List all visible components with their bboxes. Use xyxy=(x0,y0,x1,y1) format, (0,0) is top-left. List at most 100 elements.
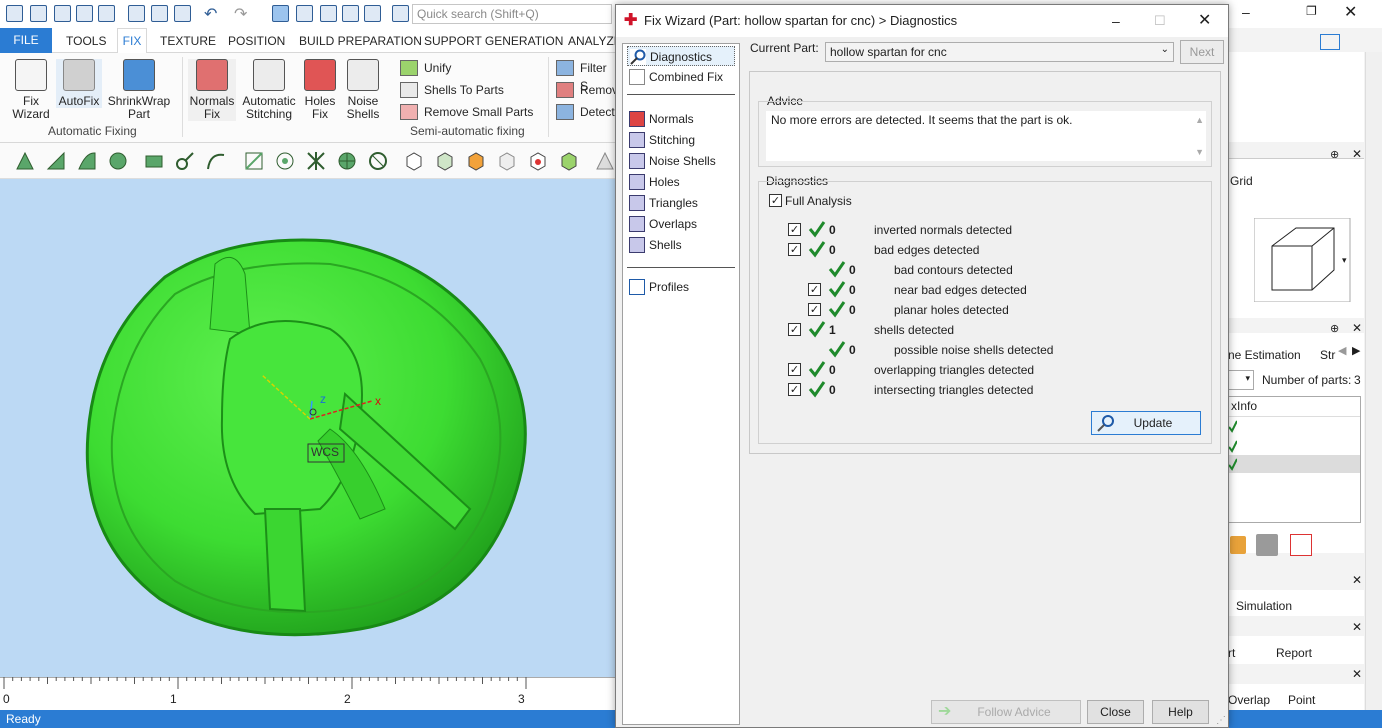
minimize-icon[interactable]: – xyxy=(1112,5,1120,37)
update-button[interactable]: Update xyxy=(1091,411,1201,435)
nav-item-diagnostics[interactable]: Diagnostics xyxy=(627,46,735,66)
overlap-tab[interactable]: Overlap xyxy=(1228,693,1270,707)
tab-tools[interactable]: TOOLS xyxy=(66,34,106,48)
undo-icon[interactable]: ↶ xyxy=(204,4,217,24)
tab-texture[interactable]: TEXTURE xyxy=(160,34,216,48)
tab-left-icon[interactable]: ◀ xyxy=(1338,344,1346,357)
scroll-down-icon[interactable]: ▼ xyxy=(1195,147,1204,157)
select-ring-icon[interactable] xyxy=(367,150,389,172)
rt-tab[interactable]: rt xyxy=(1228,646,1235,660)
shrinkwrap-part-button[interactable]: ShrinkWrap Part xyxy=(104,59,174,121)
nav-item-shells[interactable]: Shells xyxy=(627,235,735,255)
new-file-icon[interactable] xyxy=(30,5,47,22)
select-noise-icon[interactable] xyxy=(274,150,296,172)
select-more-icon[interactable] xyxy=(296,5,313,22)
list-item[interactable] xyxy=(1229,455,1360,473)
view-shaded-icon[interactable] xyxy=(558,150,580,172)
report-tab[interactable]: Report xyxy=(1276,646,1312,660)
diagnostic-checkbox[interactable]: ✓ xyxy=(808,283,821,296)
fix-wizard-button[interactable]: Fix Wizard xyxy=(8,59,54,121)
follow-advice-button[interactable]: ➔ Follow Advice xyxy=(931,700,1081,724)
select-shell-icon[interactable] xyxy=(107,150,129,172)
zoom-icon[interactable] xyxy=(342,5,359,22)
select-triangle-icon[interactable] xyxy=(14,150,36,172)
remove-button[interactable]: Remov xyxy=(556,81,618,99)
open-icon[interactable] xyxy=(54,5,71,22)
remove-small-parts-button[interactable]: Remove Small Parts xyxy=(400,103,533,121)
view-cube-widget[interactable] xyxy=(1254,218,1352,302)
resize-grip-icon[interactable]: ⋰ xyxy=(1216,715,1226,726)
view-front-icon[interactable] xyxy=(434,150,456,172)
zoom-fit-icon[interactable] xyxy=(364,5,381,22)
3d-viewport[interactable]: z x WCS xyxy=(0,179,615,677)
diagnostic-checkbox[interactable]: ✓ xyxy=(788,223,801,236)
tab-position[interactable]: POSITION xyxy=(228,34,285,48)
minimize-app-icon[interactable]: – xyxy=(1242,4,1250,20)
restore-app-icon[interactable]: ❐ xyxy=(1306,4,1317,18)
import-icon[interactable] xyxy=(128,5,145,22)
dialog-title-bar[interactable]: ✚ Fix Wizard (Part: hollow spartan for c… xyxy=(616,5,1228,37)
select-wheel-icon[interactable] xyxy=(336,150,358,172)
diagnostic-checkbox[interactable]: ✓ xyxy=(788,323,801,336)
nav-item-profiles[interactable]: Profiles xyxy=(627,277,735,297)
select-curve-icon[interactable] xyxy=(205,150,227,172)
box-select-icon[interactable] xyxy=(320,5,337,22)
diagnostic-checkbox[interactable]: ✓ xyxy=(788,383,801,396)
unify-button[interactable]: Unify xyxy=(400,59,451,77)
view-wireframe-icon[interactable] xyxy=(496,150,518,172)
select-surface-icon[interactable] xyxy=(45,150,67,172)
select-border-icon[interactable] xyxy=(243,150,265,172)
select-plane-icon[interactable] xyxy=(76,150,98,172)
tab-fix[interactable]: FIX xyxy=(117,28,147,53)
help-button[interactable]: Help xyxy=(1152,700,1209,724)
export-icon[interactable] xyxy=(151,5,168,22)
str-tab[interactable]: Str xyxy=(1320,348,1335,362)
select-brush-icon[interactable] xyxy=(174,150,196,172)
nav-item-stitching[interactable]: Stitching xyxy=(627,130,735,150)
tab-right-icon[interactable]: ▶ xyxy=(1352,344,1360,357)
parts-list[interactable]: xInfo xyxy=(1228,396,1361,523)
full-analysis-checkbox[interactable]: ✓ xyxy=(769,194,782,207)
simulation-tab[interactable]: Simulation xyxy=(1236,599,1292,613)
current-part-select[interactable]: hollow spartan for cnc ⌄ xyxy=(825,42,1174,62)
view-cube-icon[interactable] xyxy=(403,150,425,172)
nav-item-triangles[interactable]: Triangles xyxy=(627,193,735,213)
advice-textbox[interactable]: No more errors are detected. It seems th… xyxy=(766,111,1206,161)
tab-analyze[interactable]: ANALYZE xyxy=(568,34,622,48)
measure-icon[interactable] xyxy=(594,150,616,172)
view-top-icon[interactable] xyxy=(465,150,487,172)
nav-item-holes[interactable]: Holes xyxy=(627,172,735,192)
nav-item-overlaps[interactable]: Overlaps xyxy=(627,214,735,234)
tab-build-preparation[interactable]: BUILD PREPARATION xyxy=(299,34,422,48)
diagnostic-checkbox[interactable]: ✓ xyxy=(808,303,821,316)
quick-search-input[interactable]: Quick search (Shift+Q) xyxy=(412,4,612,24)
normals-fix-button[interactable]: Normals Fix xyxy=(188,59,236,121)
nav-item-normals[interactable]: Normals xyxy=(627,109,735,129)
detect-button[interactable]: Detect xyxy=(556,103,615,121)
diagnostic-checkbox[interactable]: ✓ xyxy=(788,363,801,376)
select-star-icon[interactable] xyxy=(305,150,327,172)
nav-item-noise-shells[interactable]: Noise Shells xyxy=(627,151,735,171)
next-button[interactable]: Next xyxy=(1180,40,1224,64)
holes-fix-button[interactable]: Holes Fix xyxy=(300,59,340,121)
tab-support-generation[interactable]: SUPPORT GENERATION xyxy=(424,34,563,48)
right-panel-scrollbar[interactable] xyxy=(1365,52,1382,710)
maximize-icon[interactable]: ☐ xyxy=(1154,5,1166,37)
automatic-stitching-button[interactable]: Automatic Stitching xyxy=(240,59,298,121)
save-all-icon[interactable] xyxy=(98,5,115,22)
filter-button[interactable]: Filter S xyxy=(556,59,615,93)
box-icon[interactable] xyxy=(1230,536,1246,554)
shells-to-parts-button[interactable]: Shells To Parts xyxy=(400,81,504,99)
noise-shells-button[interactable]: Noise Shells xyxy=(342,59,384,121)
chevron-down-icon[interactable]: ▾ xyxy=(1342,255,1347,266)
nav-item-combined-fix[interactable]: Combined Fix xyxy=(627,67,735,87)
panel-close-icon[interactable]: ✕ xyxy=(1352,667,1362,681)
view-section-icon[interactable] xyxy=(527,150,549,172)
part-model-shield[interactable] xyxy=(0,179,615,677)
point-tab[interactable]: Point xyxy=(1288,693,1315,707)
save-icon[interactable] xyxy=(76,5,93,22)
select-icon[interactable] xyxy=(272,5,289,22)
close-icon[interactable]: ✕ xyxy=(1198,5,1211,37)
autofix-button[interactable]: AutoFix xyxy=(56,59,102,108)
layout-icon[interactable] xyxy=(1320,34,1340,50)
